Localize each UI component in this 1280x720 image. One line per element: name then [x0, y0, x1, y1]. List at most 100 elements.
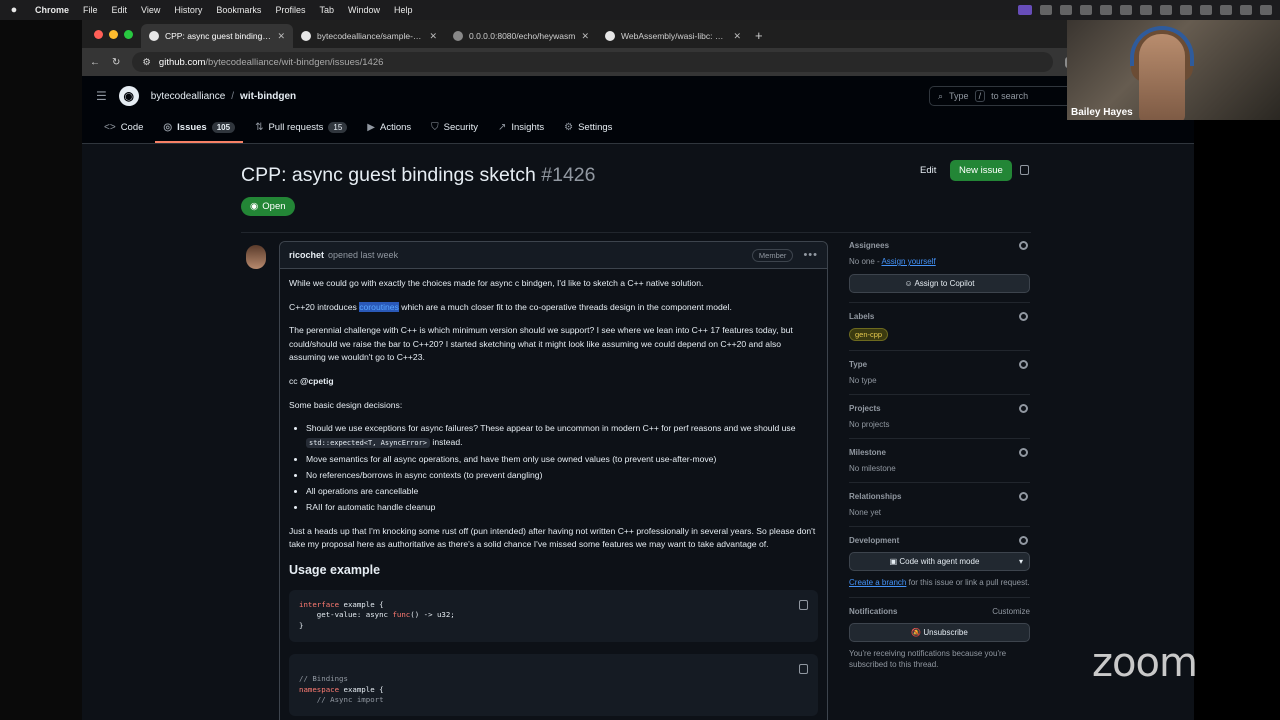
- avatar[interactable]: [246, 245, 266, 269]
- gear-icon[interactable]: [1019, 536, 1028, 545]
- unsubscribe-button[interactable]: 🔕 Unsubscribe: [849, 623, 1030, 642]
- gear-icon[interactable]: [1019, 448, 1028, 457]
- tab-issues[interactable]: ◎ Issues 105: [155, 122, 244, 143]
- tab-insights[interactable]: ↗ Insights: [490, 122, 552, 143]
- selected-text[interactable]: coroutines: [359, 301, 399, 312]
- tab-title: 0.0.0.0:8080/echo/heywasm: [469, 31, 576, 41]
- menu-bookmarks[interactable]: Bookmarks: [209, 5, 268, 15]
- code-with-agent-button[interactable]: ▣ Code with agent mode ▾: [849, 552, 1030, 571]
- app-icon[interactable]: [1080, 5, 1092, 15]
- counter-badge: 105: [211, 122, 236, 133]
- menu-window[interactable]: Window: [341, 5, 387, 15]
- tab-label: Settings: [578, 122, 613, 133]
- text: which are a much closer fit to the co-op…: [398, 301, 732, 312]
- github-favicon-icon: [149, 31, 159, 41]
- menu-help[interactable]: Help: [387, 5, 420, 15]
- github-logo-icon[interactable]: ◉: [118, 86, 139, 106]
- issue-sidebar: Assignees No one - Assign yourself ☺ Ass…: [849, 241, 1030, 688]
- sidebar-heading: Type: [849, 360, 868, 369]
- menu-file[interactable]: File: [76, 5, 105, 15]
- gear-icon[interactable]: [1019, 404, 1028, 413]
- github-favicon-icon: [301, 31, 311, 41]
- repo-name-link[interactable]: wit-bindgen: [240, 91, 296, 102]
- close-window-button[interactable]: [94, 30, 103, 39]
- list-item: Move semantics for all async operations,…: [306, 453, 818, 467]
- record-icon[interactable]: [1040, 5, 1052, 15]
- browser-tab[interactable]: 0.0.0.0:8080/echo/heywasm ✕: [445, 24, 597, 48]
- new-issue-button[interactable]: New issue: [950, 160, 1012, 181]
- cloud-icon[interactable]: [1140, 5, 1152, 15]
- customize-link[interactable]: Customize: [992, 607, 1030, 616]
- browser-tab-active[interactable]: CPP: async guest bindings sk ✕: [141, 24, 293, 48]
- site-info-icon[interactable]: ⚙: [142, 57, 151, 68]
- edit-button[interactable]: Edit: [912, 160, 944, 181]
- close-tab-icon[interactable]: ✕: [429, 31, 437, 42]
- display-icon[interactable]: [1180, 5, 1192, 15]
- battery-icon[interactable]: [1160, 5, 1172, 15]
- search-shortcut-key: /: [974, 90, 986, 102]
- menu-chrome[interactable]: Chrome: [28, 5, 76, 15]
- comment-author[interactable]: ricochet: [289, 250, 324, 260]
- tab-settings[interactable]: ⚙ Settings: [556, 122, 620, 143]
- menu-profiles[interactable]: Profiles: [268, 5, 312, 15]
- minimize-window-button[interactable]: [109, 30, 118, 39]
- tab-strip: CPP: async guest bindings sk ✕ bytecodea…: [82, 20, 1194, 48]
- assign-yourself-link[interactable]: Assign yourself: [881, 257, 935, 266]
- assign-copilot-button[interactable]: ☺ Assign to Copilot: [849, 274, 1030, 293]
- user-mention-link[interactable]: @cpetig: [300, 376, 334, 386]
- spotlight-icon[interactable]: [1240, 5, 1252, 15]
- notifications-note: You're receiving notifications because y…: [849, 649, 1007, 669]
- tab-actions[interactable]: ▶ Actions: [359, 122, 419, 143]
- copy-link-icon[interactable]: [1020, 165, 1029, 175]
- control-center-icon[interactable]: [1220, 5, 1232, 15]
- tab-code[interactable]: <> Code: [96, 122, 151, 143]
- create-branch-link[interactable]: Create a branch: [849, 578, 906, 587]
- tab-label: Security: [443, 122, 478, 133]
- text: C++20 introduces: [289, 301, 360, 312]
- milestone-section: Milestone No milestone: [849, 448, 1030, 483]
- url-input[interactable]: ⚙ github.com/bytecodealliance/wit-bindge…: [132, 52, 1053, 72]
- apple-icon[interactable]: ●: [0, 4, 28, 16]
- grammarly-icon[interactable]: [1120, 5, 1132, 15]
- reload-icon[interactable]: ↻: [112, 57, 120, 68]
- siri-icon[interactable]: [1260, 5, 1272, 15]
- label-chip[interactable]: gen-cpp: [849, 328, 889, 341]
- gear-icon[interactable]: [1019, 360, 1028, 369]
- gear-icon[interactable]: [1019, 492, 1028, 501]
- new-tab-icon[interactable]: +: [749, 28, 771, 48]
- back-icon[interactable]: ←: [90, 57, 100, 68]
- copy-code-icon[interactable]: [799, 599, 808, 610]
- screen-share-icon[interactable]: [1018, 5, 1032, 15]
- close-tab-icon[interactable]: ✕: [733, 31, 741, 42]
- hamburger-menu-icon[interactable]: ☰: [96, 89, 107, 103]
- code-block: interface example { get-value: async fun…: [289, 589, 818, 642]
- participant-video[interactable]: Bailey Hayes: [1067, 20, 1280, 120]
- vpn-icon[interactable]: [1060, 5, 1072, 15]
- code-keyword: func: [392, 610, 411, 620]
- more-options-icon[interactable]: •••: [803, 249, 818, 261]
- code-icon: <>: [104, 122, 116, 133]
- browser-tab[interactable]: bytecodealliance/sample-wa ✕: [293, 24, 445, 48]
- sidebar-value: No one -: [849, 257, 882, 266]
- gear-icon[interactable]: [1019, 241, 1028, 250]
- list-item: No references/borrows in async contexts …: [306, 469, 818, 483]
- wifi-icon[interactable]: [1200, 5, 1212, 15]
- zoom-window-button[interactable]: [124, 30, 133, 39]
- tab-pull-requests[interactable]: ⇅ Pull requests 15: [247, 122, 355, 143]
- menu-edit[interactable]: Edit: [105, 5, 135, 15]
- copy-code-icon[interactable]: [799, 663, 808, 674]
- menu-tab[interactable]: Tab: [312, 5, 341, 15]
- sidebar-heading: Relationships: [849, 492, 902, 501]
- menu-view[interactable]: View: [134, 5, 167, 15]
- window-icon[interactable]: [1100, 5, 1112, 15]
- browser-tab[interactable]: WebAssembly/wasi-libc: WA ✕: [597, 24, 749, 48]
- close-tab-icon[interactable]: ✕: [277, 31, 285, 42]
- page-title: CPP: async guest bindings sketch #1426: [241, 164, 595, 187]
- zoom-backdrop: [1194, 120, 1280, 720]
- close-tab-icon[interactable]: ✕: [581, 31, 589, 42]
- code-text: get-value: async: [299, 610, 393, 620]
- tab-security[interactable]: ⛉ Security: [423, 122, 486, 143]
- menu-history[interactable]: History: [167, 5, 209, 15]
- gear-icon[interactable]: [1019, 312, 1028, 321]
- repo-owner-link[interactable]: bytecodealliance: [151, 91, 226, 102]
